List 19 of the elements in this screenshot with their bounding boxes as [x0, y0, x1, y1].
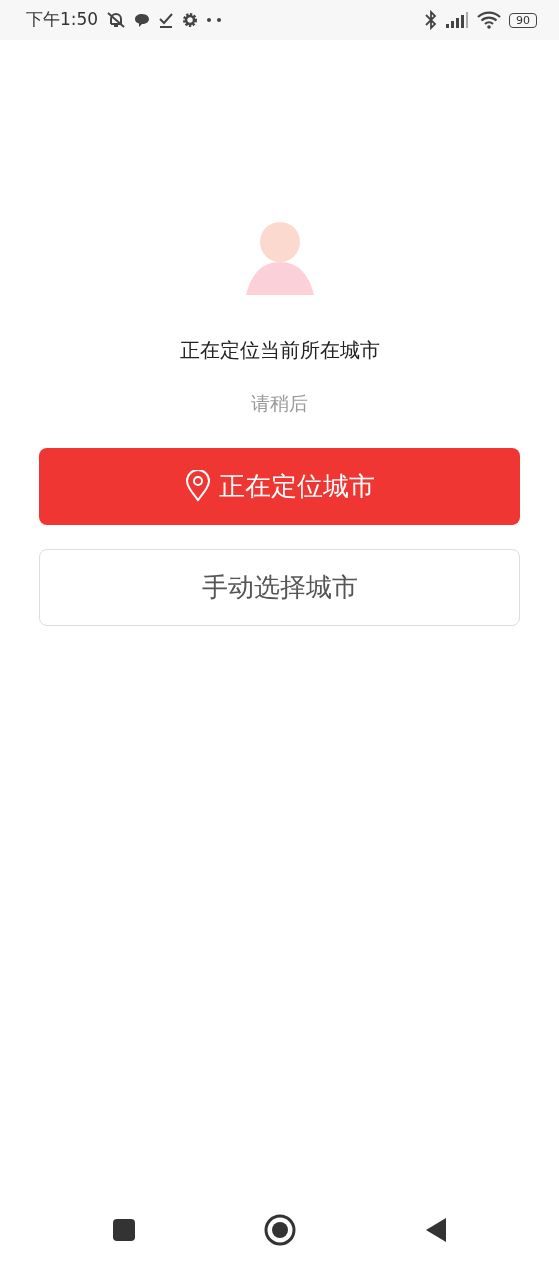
- locate-button[interactable]: 正在定位城市: [39, 447, 520, 525]
- wifi-icon: [477, 11, 501, 29]
- status-time: 下午1:50: [26, 8, 99, 32]
- location-pin-icon: [184, 470, 211, 502]
- more-icon: [206, 17, 223, 23]
- back-icon[interactable]: [424, 1217, 447, 1243]
- checkmark-icon: [158, 12, 175, 28]
- select-city-button[interactable]: 手动选择城市: [39, 548, 520, 626]
- home-icon[interactable]: [264, 1214, 297, 1246]
- status-title: 正在定位当前所在城市: [179, 337, 380, 364]
- status-subtitle: 请稍后: [251, 391, 308, 416]
- bell-off-icon: [106, 11, 127, 29]
- settings-icon: [182, 12, 199, 28]
- bluetooth-icon: [425, 10, 437, 30]
- signal-icon: [445, 12, 469, 28]
- recents-icon[interactable]: [112, 1218, 137, 1242]
- battery-level: 90: [509, 12, 537, 28]
- chat-icon: [134, 12, 151, 28]
- user-avatar-icon: [245, 222, 314, 295]
